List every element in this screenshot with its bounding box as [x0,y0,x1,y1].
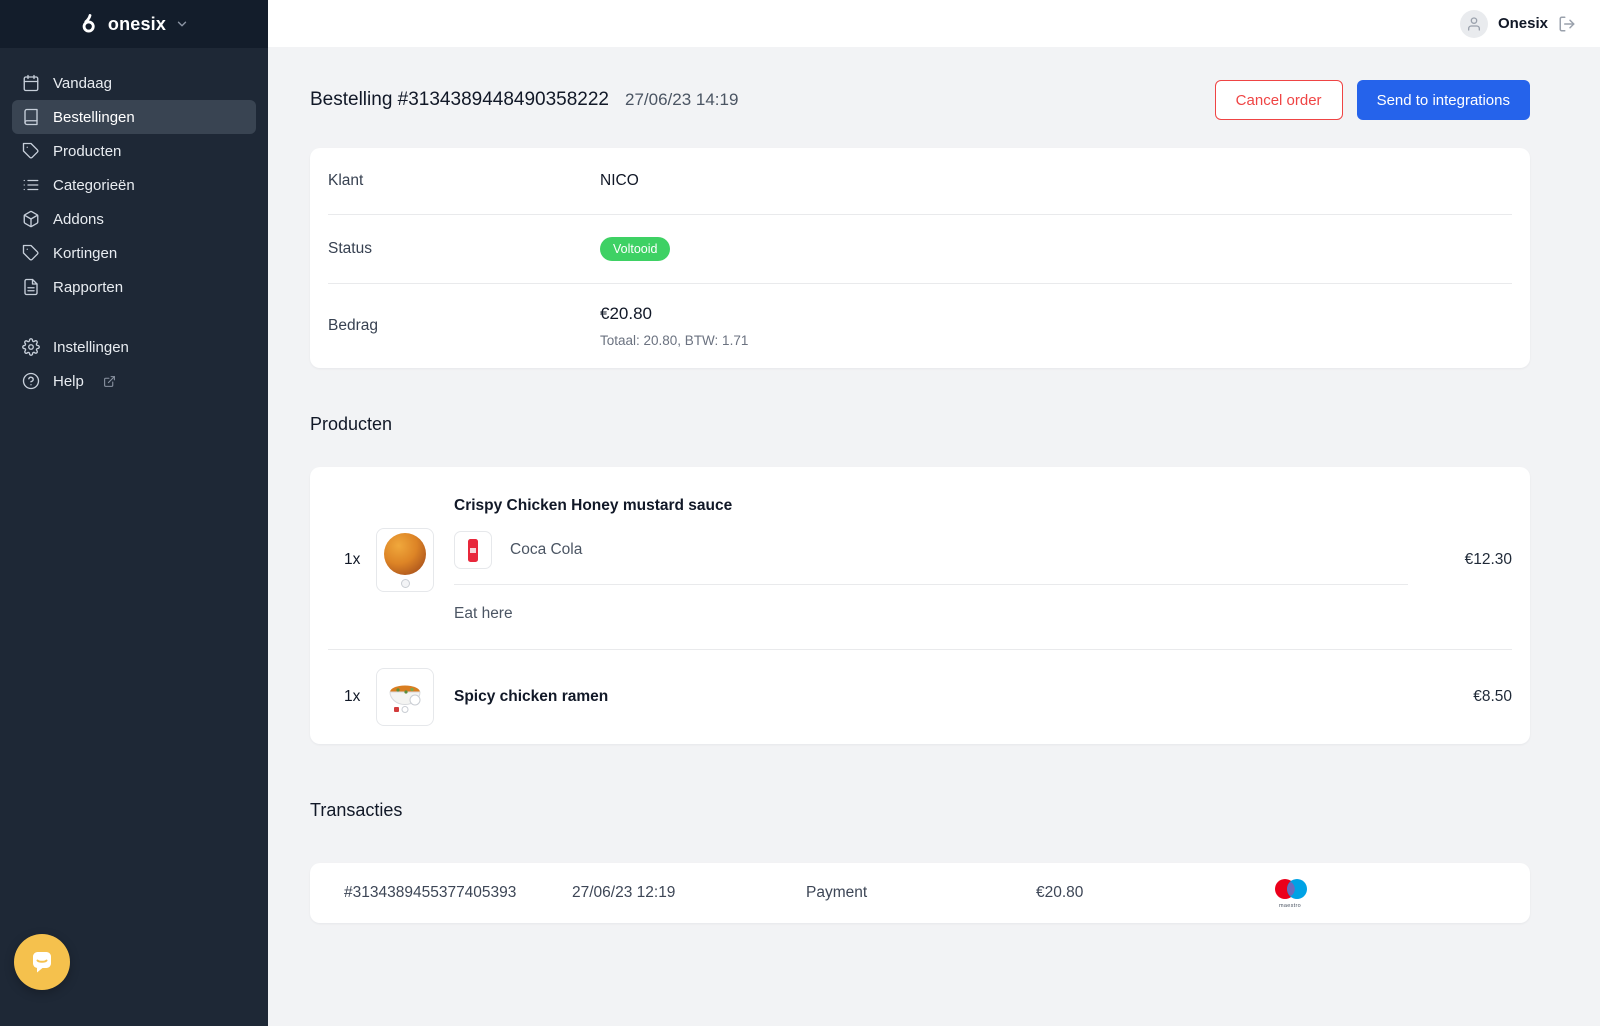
status-badge: Voltooid [600,237,670,261]
payment-method: maestro [1268,878,1512,909]
product-quantity: 1x [328,688,376,706]
user-menu[interactable]: Onesix [1460,10,1576,38]
order-details-card: Klant NICO Status Voltooid Bedrag €20.80… [310,148,1530,368]
sidebar-nav: Vandaag Bestellingen Producten Categorie… [0,48,268,398]
brand-name: onesix [108,14,166,35]
sidebar-item-label: Help [53,373,84,390]
sidebar-item-vandaag[interactable]: Vandaag [12,66,256,100]
chicken-photo [384,533,426,575]
product-image-spicy-ramen [376,668,434,726]
sidebar-item-help[interactable]: Help [12,364,256,398]
bedrag-value: €20.80 [600,304,748,324]
addon-row: Coca Cola [454,531,1408,569]
product-row: 1x Crispy Chicken Honey mustard sauce Co… [310,467,1530,649]
detail-row-status: Status Voltooid [328,215,1512,284]
transaction-date: 27/06/23 12:19 [572,884,806,902]
bedrag-label: Bedrag [328,317,600,335]
transactions-heading: Transacties [310,800,1530,821]
sidebar-item-label: Kortingen [53,245,117,262]
addon-divider [454,584,1408,585]
tag-icon [22,244,40,262]
cancel-order-button[interactable]: Cancel order [1215,80,1343,120]
avatar [1460,10,1488,38]
transaction-row: #3134389455377405393 27/06/23 12:19 Paym… [310,863,1530,923]
package-icon [22,210,40,228]
list-icon [22,176,40,194]
sidebar-item-addons[interactable]: Addons [12,202,256,236]
transaction-amount: €20.80 [1036,884,1268,902]
sidebar-item-instellingen[interactable]: Instellingen [12,330,256,364]
sidebar-item-label: Instellingen [53,339,129,356]
gear-icon [22,338,40,356]
transaction-type: Payment [806,884,1036,902]
send-to-integrations-button[interactable]: Send to integrations [1357,80,1530,120]
thumb-badge-icon [401,579,410,588]
chevron-down-icon [175,17,189,31]
page-head: Bestelling #3134389448490358222 27/06/23… [310,80,1530,120]
klant-label: Klant [328,172,600,190]
detail-row-bedrag: Bedrag €20.80 Totaal: 20.80, BTW: 1.71 [328,284,1512,368]
sidebar-item-rapporten[interactable]: Rapporten [12,270,256,304]
sidebar-item-kortingen[interactable]: Kortingen [12,236,256,270]
logout-icon[interactable] [1558,15,1576,33]
addon-image-coca-cola [454,531,492,569]
status-label: Status [328,240,600,258]
user-name: Onesix [1498,15,1548,32]
page-title: Bestelling #3134389448490358222 [310,89,609,111]
detail-row-klant: Klant NICO [328,148,1512,215]
payment-method-label: maestro [1272,903,1301,909]
book-icon [22,108,40,126]
sidebar-item-producten[interactable]: Producten [12,134,256,168]
sidebar-item-label: Rapporten [53,279,123,296]
order-timestamp: 27/06/23 14:19 [625,90,738,110]
sidebar-item-label: Vandaag [53,75,112,92]
nav-divider-space [12,304,256,330]
sidebar-item-label: Bestellingen [53,109,135,126]
product-row: 1x Spi [310,650,1530,744]
brand[interactable]: onesix [0,0,268,48]
ramen-photo [382,674,428,720]
sidebar-item-label: Producten [53,143,121,160]
brand-logo-icon [79,14,99,34]
product-image-crispy-chicken [376,528,434,592]
tag-icon [22,142,40,160]
product-name: Spicy chicken ramen [454,688,1408,706]
sidebar-item-categorieen[interactable]: Categorieën [12,168,256,202]
addon-name: Coca Cola [510,541,582,559]
product-quantity: 1x [328,551,376,569]
product-note: Eat here [454,605,1408,623]
chat-bubble-icon [28,948,56,976]
transactions-card: #3134389455377405393 27/06/23 12:19 Paym… [310,863,1530,923]
sidebar: onesix Vandaag Bestellingen Producten [0,0,268,1026]
maestro-icon [1272,878,1310,902]
question-circle-icon [22,372,40,390]
topbar: Onesix [268,0,1600,47]
document-icon [22,278,40,296]
sidebar-item-label: Categorieën [53,177,135,194]
cola-can-icon [468,539,478,562]
main-area: Onesix Bestelling #3134389448490358222 2… [268,0,1600,1026]
content: Bestelling #3134389448490358222 27/06/23… [268,47,1600,1026]
transaction-id: #3134389455377405393 [344,884,572,902]
klant-value: NICO [600,172,639,190]
products-heading: Producten [310,414,1530,435]
bedrag-breakdown: Totaal: 20.80, BTW: 1.71 [600,333,748,348]
chat-widget-button[interactable] [14,934,70,990]
product-price: €12.30 [1408,551,1512,569]
products-card: 1x Crispy Chicken Honey mustard sauce Co… [310,467,1530,744]
calendar-icon [22,74,40,92]
external-link-icon [103,375,116,388]
product-name: Crispy Chicken Honey mustard sauce [454,497,1408,515]
product-price: €8.50 [1408,688,1512,706]
sidebar-item-bestellingen[interactable]: Bestellingen [12,100,256,134]
sidebar-item-label: Addons [53,211,104,228]
